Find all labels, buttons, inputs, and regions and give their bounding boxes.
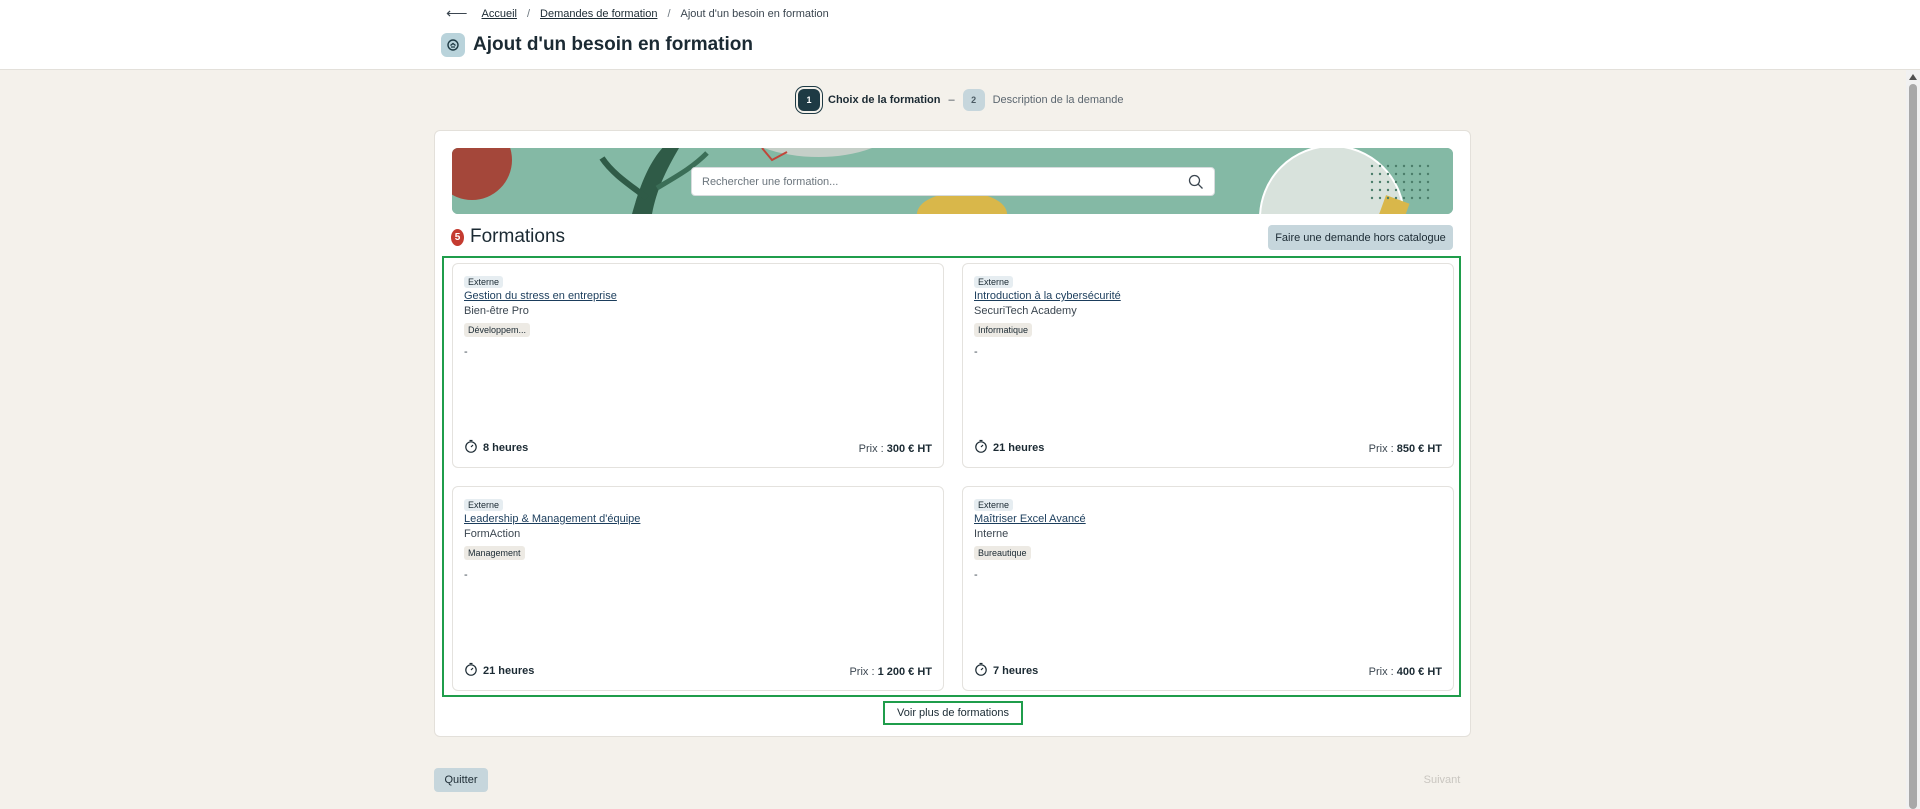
formation-card[interactable]: Externe Introduction à la cybersécurité …	[962, 263, 1454, 468]
formation-duration: 8 heures	[464, 439, 528, 456]
formation-duration-value: 21 heures	[483, 664, 535, 677]
breadcrumb-link-home[interactable]: Accueil	[482, 8, 517, 20]
formation-duration-value: 7 heures	[993, 664, 1039, 677]
price-value: 850 € HT	[1396, 443, 1442, 455]
price-prefix: Prix :	[858, 443, 887, 455]
formation-duration-value: 8 heures	[483, 441, 529, 454]
step-2-badge: 2	[962, 89, 985, 111]
formation-duration: 21 heures	[464, 662, 534, 679]
step-2-label: Description de la demande	[992, 94, 1124, 106]
step-separator: –	[948, 94, 955, 106]
formation-card[interactable]: Externe Maîtriser Excel Avancé Interne B…	[962, 486, 1454, 691]
formation-type-badge: Externe	[974, 499, 1014, 511]
formation-type-badge: Externe	[974, 276, 1014, 288]
scrollbar-thumb[interactable]	[1909, 84, 1917, 809]
formation-title-link[interactable]: Introduction à la cybersécurité	[974, 290, 1121, 302]
page-title: Ajout d'un besoin en formation	[473, 34, 753, 55]
breadcrumb-current: Ajout d'un besoin en formation	[680, 8, 829, 20]
back-arrow-icon[interactable]: ⟵	[446, 6, 468, 21]
formation-category-tag: Management	[464, 546, 525, 560]
training-icon	[441, 33, 465, 57]
breadcrumb-separator: /	[667, 8, 671, 20]
formation-title-link[interactable]: Maîtriser Excel Avancé	[974, 513, 1086, 525]
formation-price: Prix : 300 € HT	[859, 443, 932, 455]
quit-button[interactable]: Quitter	[434, 768, 488, 792]
top-header: ⟵ Accueil / Demandes de formation / Ajou…	[0, 0, 1920, 70]
stepper: 1 Choix de la formation – 2 Description …	[798, 89, 1123, 111]
formations-header: 5 Formations	[451, 226, 565, 248]
breadcrumb-separator: /	[526, 8, 531, 20]
search-box	[691, 167, 1215, 196]
step-1-label: Choix de la formation	[828, 94, 941, 106]
formation-price: Prix : 1 200 € HT	[849, 666, 932, 678]
price-prefix: Prix :	[1368, 443, 1397, 455]
stopwatch-icon	[974, 662, 988, 679]
price-value: 400 € HT	[1396, 666, 1442, 678]
formation-price: Prix : 850 € HT	[1369, 443, 1442, 455]
formation-provider: SecuriTech Academy	[974, 305, 1077, 317]
formation-category-tag: Bureautique	[974, 546, 1031, 560]
breadcrumb-link-requests[interactable]: Demandes de formation	[540, 8, 657, 20]
formation-duration: 7 heures	[974, 662, 1038, 679]
formation-title-link[interactable]: Leadership & Management d'équipe	[464, 513, 640, 525]
scroll-up-arrow-icon[interactable]	[1909, 74, 1917, 80]
breadcrumb: ⟵ Accueil / Demandes de formation / Ajou…	[446, 6, 829, 21]
formation-title-link[interactable]: Gestion du stress en entreprise	[464, 290, 617, 302]
see-more-formations-button[interactable]: Voir plus de formations	[883, 701, 1023, 725]
page-scrollbar[interactable]	[1906, 70, 1920, 809]
step-1-badge: 1	[798, 89, 820, 111]
formation-provider: Bien-être Pro	[464, 305, 529, 317]
search-icon[interactable]	[1188, 174, 1204, 190]
formation-description: -	[974, 569, 978, 581]
formation-duration-value: 21 heures	[993, 441, 1045, 454]
formation-provider: FormAction	[464, 528, 521, 540]
formation-description: -	[464, 569, 468, 581]
formation-category-tag: Développem...	[464, 323, 531, 337]
formation-duration: 21 heures	[974, 439, 1044, 456]
next-button[interactable]: Suivant	[1413, 768, 1471, 792]
formation-card[interactable]: Externe Leadership & Management d'équipe…	[452, 486, 944, 691]
formation-category-tag: Informatique	[974, 323, 1033, 337]
formation-price: Prix : 400 € HT	[1369, 666, 1442, 678]
formation-type-badge: Externe	[464, 276, 504, 288]
formation-provider: Interne	[974, 528, 1009, 540]
price-prefix: Prix :	[849, 666, 878, 678]
stopwatch-icon	[464, 662, 478, 679]
hors-catalogue-button[interactable]: Faire une demande hors catalogue	[1268, 225, 1453, 250]
formations-count-badge: 5	[451, 228, 464, 246]
formation-type-badge: Externe	[464, 499, 504, 511]
stopwatch-icon	[974, 439, 988, 456]
price-value: 1 200 € HT	[877, 666, 932, 678]
formation-description: -	[974, 346, 978, 358]
price-prefix: Prix :	[1368, 666, 1397, 678]
price-value: 300 € HT	[886, 443, 932, 455]
formation-card[interactable]: Externe Gestion du stress en entreprise …	[452, 263, 944, 468]
formation-description: -	[464, 346, 468, 358]
formations-title: Formations	[470, 226, 566, 247]
stopwatch-icon	[464, 439, 478, 456]
page-title-row: Ajout d'un besoin en formation	[441, 33, 753, 57]
search-input[interactable]	[702, 175, 1188, 188]
